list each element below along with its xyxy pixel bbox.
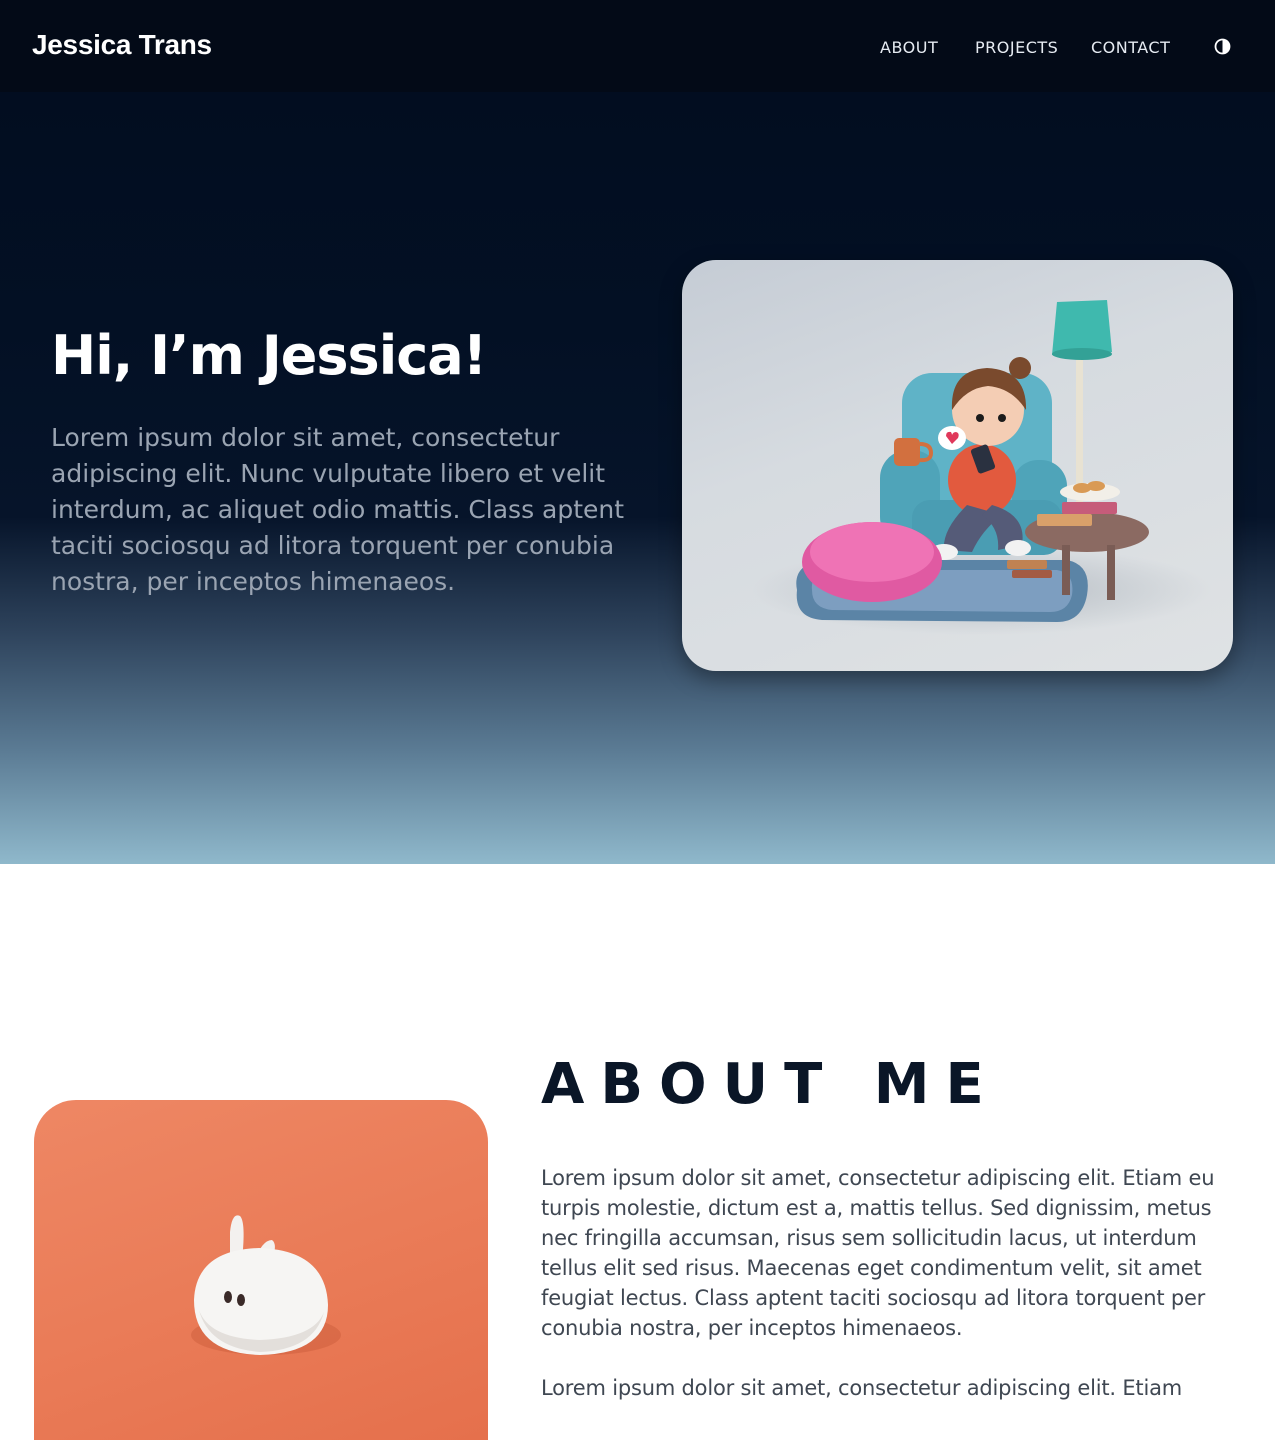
- theme-toggle-button[interactable]: [1214, 38, 1231, 55]
- about-illustration: [34, 1100, 488, 1440]
- nav-link-projects[interactable]: PROJECTS: [975, 38, 1058, 57]
- about-title: ABOUT ME: [541, 1052, 1000, 1117]
- hero-section: Hi, I’m Jessica! Lorem ipsum dolor sit a…: [0, 92, 1275, 864]
- hero-title: Hi, I’m Jessica!: [51, 324, 487, 387]
- navbar: Jessica Trans ABOUT PROJECTS CONTACT: [0, 0, 1275, 92]
- hero-description: Lorem ipsum dolor sit amet, consectetur …: [51, 423, 625, 596]
- nav-link-about[interactable]: ABOUT: [880, 38, 938, 57]
- nav-link-contact[interactable]: CONTACT: [1091, 38, 1170, 57]
- contrast-icon: [1214, 38, 1231, 55]
- about-paragraph: Lorem ipsum dolor sit amet, consectetur …: [541, 1376, 1183, 1400]
- hero-illustration: [682, 260, 1233, 671]
- about-paragraph: Lorem ipsum dolor sit amet, consectetur …: [541, 1166, 1215, 1340]
- brand-logo[interactable]: Jessica Trans: [32, 29, 212, 61]
